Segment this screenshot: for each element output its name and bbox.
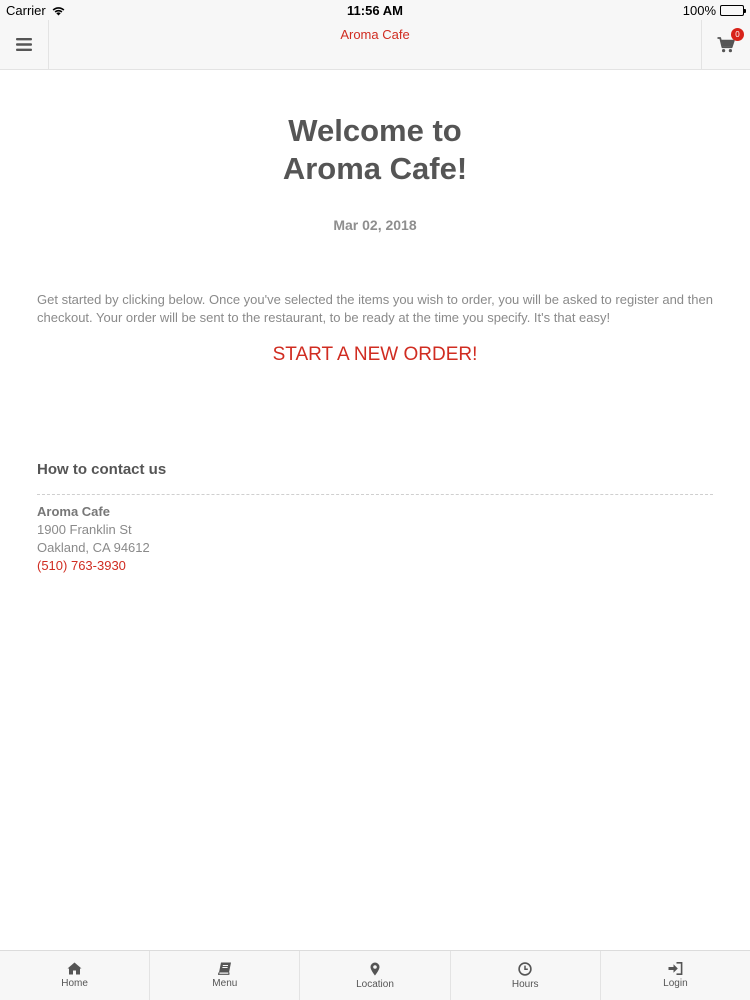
menu-button[interactable] (0, 20, 49, 69)
cart-count-badge: 0 (731, 27, 744, 41)
battery-icon (720, 5, 746, 16)
tab-bar: Home Menu Location Hours Login (0, 950, 750, 1000)
contact-phone-link[interactable]: (510) 763-3930 (37, 558, 126, 573)
nav-bar: Aroma Cafe 0 (0, 20, 750, 70)
tab-location-label: Location (356, 978, 394, 990)
welcome-line-2: Aroma Cafe! (282, 151, 468, 186)
contact-heading: How to contact us (37, 461, 713, 495)
start-new-order-link[interactable]: START A NEW ORDER! (0, 344, 750, 366)
tab-hours[interactable]: Hours (451, 951, 601, 1000)
battery-indicator: 100% (682, 3, 746, 18)
contact-name: Aroma Cafe (37, 504, 110, 519)
tab-login-label: Login (663, 978, 688, 989)
contact-address-line-1: 1900 Franklin St (37, 522, 132, 537)
tab-menu[interactable]: Menu (150, 951, 301, 1000)
nav-title: Aroma Cafe (340, 27, 410, 42)
intro-text: Get started by clicking below. Once you'… (37, 292, 713, 325)
map-pin-icon (370, 962, 380, 976)
tab-menu-label: Menu (212, 978, 238, 989)
hamburger-icon (16, 38, 32, 51)
tab-hours-label: Hours (511, 978, 539, 990)
book-icon (217, 962, 232, 975)
cart-button[interactable]: 0 (701, 20, 750, 69)
status-time: 11:56 AM (347, 3, 403, 18)
welcome-heading: Welcome to Aroma Cafe! (0, 112, 750, 188)
tab-login[interactable]: Login (601, 951, 750, 1000)
contact-address-line-2: Oakland, CA 94612 (37, 540, 150, 555)
contact-info: Aroma Cafe 1900 Franklin St Oakland, CA … (37, 503, 713, 575)
home-icon (67, 962, 82, 975)
current-date: Mar 02, 2018 (333, 217, 417, 233)
battery-percent: 100% (682, 3, 716, 18)
sign-in-icon (668, 962, 683, 975)
main-content: Welcome to Aroma Cafe! Mar 02, 2018 Get … (0, 70, 750, 575)
welcome-line-1: Welcome to (288, 113, 462, 148)
status-bar: Carrier 11:56 AM 100% (0, 0, 750, 20)
tab-home[interactable]: Home (0, 951, 151, 1000)
clock-icon (518, 961, 532, 976)
tab-location[interactable]: Location (300, 951, 451, 1000)
tab-home-label: Home (61, 978, 88, 989)
